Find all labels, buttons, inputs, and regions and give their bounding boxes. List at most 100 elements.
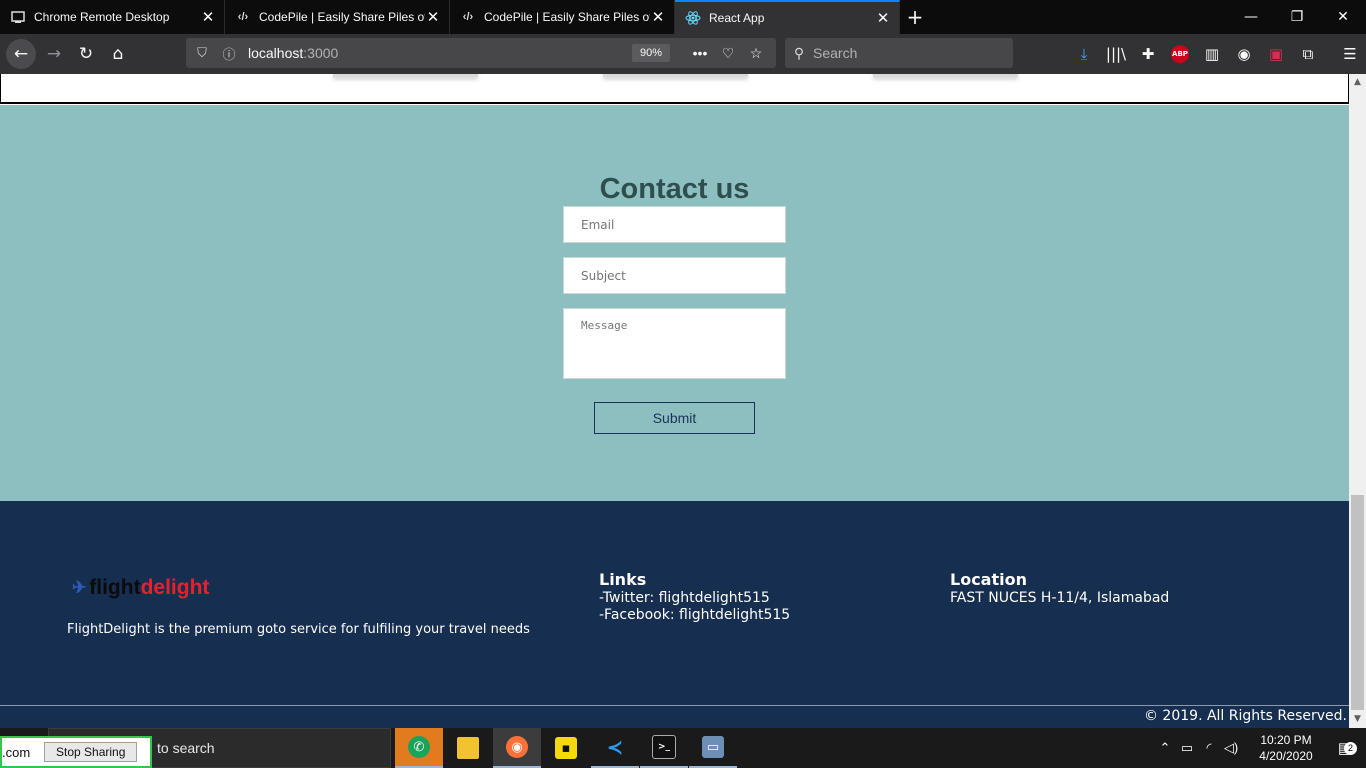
zoom-level[interactable]: 90%	[632, 44, 671, 62]
tab-title: CodePile | Easily Share Piles of	[484, 10, 650, 24]
window-controls: — ❐ ✕	[1228, 0, 1366, 34]
whatsapp-taskbar-icon[interactable]: ✆	[395, 728, 443, 768]
home-icon[interactable]: ⌂	[104, 40, 132, 68]
address-bar[interactable]: ⛉ ⓘ localhost:3000 90% ••• ♡ ☆	[186, 38, 776, 68]
adblock-plus-icon[interactable]: ABP	[1171, 45, 1189, 63]
search-placeholder: Search	[813, 45, 858, 61]
search-icon: ⚲	[793, 44, 805, 61]
url-host: localhost	[248, 45, 304, 61]
card-edge	[333, 74, 478, 77]
wifi-icon[interactable]: ◜	[1198, 740, 1220, 756]
location-title: Location	[950, 570, 1027, 589]
message-textarea[interactable]: Message	[563, 308, 786, 379]
search-input[interactable]: ⚲ Search	[785, 38, 1013, 68]
minimize-icon[interactable]: —	[1228, 0, 1274, 34]
logo-word-delight: delight	[140, 576, 210, 599]
battery-icon[interactable]: ▭	[1176, 740, 1198, 756]
scroll-down-arrow-icon[interactable]: ▼	[1349, 714, 1366, 724]
tab-title: Chrome Remote Desktop	[34, 10, 170, 24]
subject-field[interactable]: Subject	[563, 257, 786, 294]
toolbar-icons: ⤓ |||\ ✚ ABP ▥ ◉ ▣ ⧉ ☰	[1068, 34, 1366, 74]
clock-date: 4/20/2020	[1259, 749, 1313, 763]
footer-tagline: FlightDelight is the premium goto servic…	[67, 622, 530, 637]
flightdelight-logo[interactable]: ✈ flight delight	[72, 576, 209, 600]
links-title: Links	[599, 570, 647, 589]
location-address: FAST NUCES H-11/4, Islamabad	[950, 590, 1170, 606]
react-icon	[685, 10, 701, 26]
tab-title: CodePile | Easily Share Piles of	[259, 10, 425, 24]
tab-codepile-2[interactable]: ‹/› CodePile | Easily Share Piles of ✕	[450, 0, 675, 34]
submit-button[interactable]: Submit	[594, 402, 755, 434]
previous-section-bottom	[0, 74, 1349, 104]
contact-heading: Contact us	[599, 173, 750, 205]
browser-tab-bar: Chrome Remote Desktop ✕ ‹/› CodePile | E…	[0, 0, 1366, 34]
email-placeholder: Email	[581, 217, 615, 232]
facebook-link[interactable]: -Facebook: flightdelight515	[599, 607, 790, 623]
reload-icon[interactable]: ↻	[72, 40, 100, 68]
chevron-up-icon[interactable]: ⌃	[1154, 740, 1176, 756]
vscode-taskbar-icon[interactable]: ≺	[591, 728, 639, 768]
card-edge	[603, 74, 748, 77]
scrollbar-thumb[interactable]	[1351, 495, 1364, 710]
pocket-icon[interactable]: ♡	[714, 45, 742, 62]
site-footer: ✈ flight delight FlightDelight is the pre…	[0, 501, 1349, 728]
screen-sharing-bar: .com Stop Sharing	[0, 736, 152, 768]
sticky-notes-taskbar-icon[interactable]: ▪	[542, 728, 590, 768]
close-tab-icon[interactable]: ✕	[875, 9, 891, 27]
restore-icon[interactable]: ❐	[1274, 0, 1320, 34]
system-clock[interactable]: 10:20 PM 4/20/2020	[1248, 732, 1324, 764]
terminal-taskbar-icon[interactable]: >_	[640, 728, 688, 768]
footer-divider	[0, 705, 1349, 706]
codepile-icon: ‹/›	[462, 11, 474, 23]
download-icon[interactable]: ⤓	[1068, 45, 1100, 63]
subject-placeholder: Subject	[581, 268, 626, 283]
close-tab-icon[interactable]: ✕	[650, 8, 666, 26]
screenshot-icon[interactable]: ⧉	[1292, 45, 1324, 63]
bookmark-star-icon[interactable]: ☆	[742, 45, 770, 62]
message-placeholder: Message	[581, 319, 628, 332]
tab-chrome-remote-desktop[interactable]: Chrome Remote Desktop ✕	[0, 0, 225, 34]
close-tab-icon[interactable]: ✕	[425, 8, 441, 26]
library-icon[interactable]: |||\	[1100, 45, 1132, 63]
remote-app-taskbar-icon[interactable]: ▭	[689, 728, 737, 768]
remote-desktop-icon	[10, 9, 26, 25]
close-tab-icon[interactable]: ✕	[200, 8, 216, 26]
email-field[interactable]: Email	[563, 206, 786, 243]
volume-icon[interactable]: ◁)	[1220, 740, 1242, 756]
file-explorer-taskbar-icon[interactable]	[444, 728, 492, 768]
site-info-icon[interactable]: ⓘ	[218, 44, 240, 63]
tracking-shield-icon[interactable]: ⛉	[191, 45, 213, 61]
twitter-link[interactable]: -Twitter: flightdelight515	[599, 590, 770, 606]
card-edge	[873, 74, 1018, 77]
scroll-up-arrow-icon[interactable]: ▲	[1349, 77, 1366, 87]
new-tab-plus-icon[interactable]: +	[900, 0, 930, 34]
sidebar-icon[interactable]: ▥	[1196, 45, 1228, 63]
url-port: :3000	[303, 45, 339, 61]
windows-taskbar: to search .com Stop Sharing ✆ ◉ ▪ ≺ >_ ▭…	[0, 728, 1366, 768]
close-window-icon[interactable]: ✕	[1320, 0, 1366, 34]
tab-title: React App	[709, 11, 765, 25]
back-arrow-icon[interactable]: ←	[6, 39, 36, 69]
extension-red-icon[interactable]: ▣	[1260, 45, 1292, 63]
clock-time: 10:20 PM	[1260, 733, 1312, 747]
notification-badge: 2	[1344, 742, 1357, 755]
browser-nav-bar: ← → ↻ ⌂ ⛉ ⓘ localhost:3000 90% ••• ♡ ☆ ⚲…	[0, 34, 1366, 74]
contact-section: Contact us Email Subject Message Submit	[0, 105, 1349, 501]
tab-codepile-1[interactable]: ‹/› CodePile | Easily Share Piles of ✕	[225, 0, 450, 34]
codepile-icon: ‹/›	[237, 11, 249, 23]
sharing-domain: .com	[2, 744, 31, 760]
copyright-text: © 2019. All Rights Reserved.	[1143, 708, 1347, 724]
page-scrollbar[interactable]: ▲ ▼	[1349, 74, 1366, 728]
taskbar-search-text: to search	[157, 740, 215, 756]
menu-hamburger-icon[interactable]: ☰	[1334, 45, 1366, 63]
firefox-taskbar-icon[interactable]: ◉	[493, 728, 541, 768]
stop-sharing-button[interactable]: Stop Sharing	[44, 742, 138, 762]
notification-center-icon[interactable]: ▤2	[1324, 739, 1366, 757]
account-icon[interactable]: ◉	[1228, 45, 1260, 63]
extensions-puzzle-icon[interactable]: ✚	[1132, 45, 1164, 63]
page-viewport: Contact us Email Subject Message Submit …	[0, 74, 1349, 728]
page-actions-icon[interactable]: •••	[686, 45, 714, 61]
tab-react-app[interactable]: React App ✕	[675, 0, 900, 34]
forward-arrow-icon[interactable]: →	[40, 40, 68, 68]
logo-word-flight: flight	[89, 576, 141, 599]
